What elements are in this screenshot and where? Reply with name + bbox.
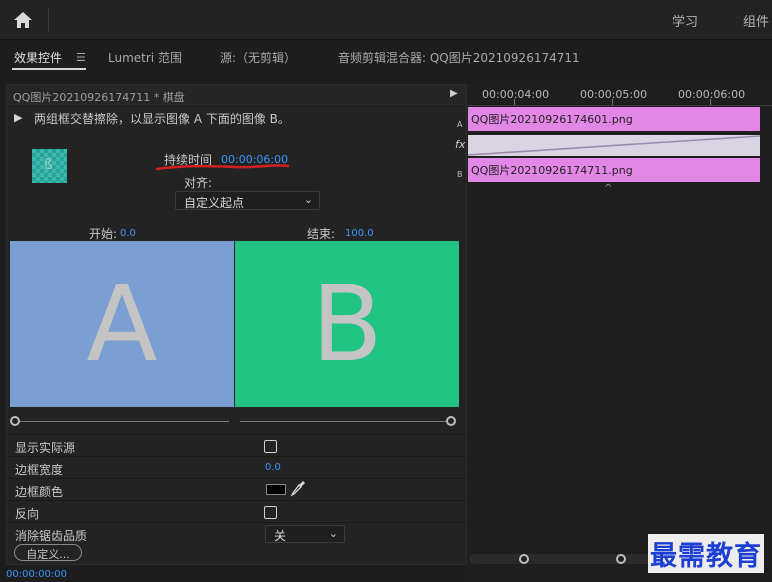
preview-a: A bbox=[10, 241, 234, 407]
chevron-down-icon: ⌄ bbox=[303, 193, 313, 206]
preview-a-letter: A bbox=[86, 263, 158, 385]
red-annotation-underline bbox=[155, 164, 290, 171]
timeline-scrollbar[interactable] bbox=[469, 554, 669, 564]
prop-reverse: 反向 bbox=[7, 500, 466, 522]
track-a-label: A bbox=[457, 120, 463, 129]
watermark-logo: 最需教育 bbox=[648, 534, 764, 573]
transition-thumbnail: ß bbox=[32, 149, 67, 183]
alignment-label: 对齐: bbox=[184, 176, 213, 190]
preview-play-icon[interactable]: ▶ bbox=[14, 111, 22, 124]
transition-timeline: 00:00:04:00 00:00:05:00 00:00:06:00 A QQ… bbox=[455, 84, 772, 582]
alignment-select[interactable]: 自定义起点 ⌄ bbox=[175, 191, 320, 210]
start-slider-track[interactable] bbox=[15, 421, 229, 422]
active-tab-indicator bbox=[12, 68, 86, 70]
tab-audio-clip-mixer[interactable]: 音频剪辑混合器: QQ图片20210926174711 bbox=[338, 49, 580, 66]
eyedropper-icon[interactable] bbox=[290, 480, 306, 497]
border-width-value[interactable]: 0.0 bbox=[265, 462, 281, 473]
ruler-time: 00:00:06:00 bbox=[678, 88, 746, 101]
prop-show-source: 显示实际源 bbox=[7, 434, 466, 456]
transition-fx-lane[interactable] bbox=[468, 135, 760, 156]
ruler-baseline bbox=[467, 105, 772, 106]
panel-tabs: 效果控件 ☰ Lumetri 范围 源:（无剪辑） 音频剪辑混合器: QQ图片2… bbox=[0, 41, 772, 73]
anti-aliasing-select[interactable]: 关 ⌄ bbox=[265, 525, 345, 543]
prop-label: 反向 bbox=[15, 507, 40, 521]
workspace-bar: 学习 组件 bbox=[0, 0, 772, 40]
custom-button[interactable]: 自定义... bbox=[14, 544, 82, 561]
scroll-handle-right[interactable] bbox=[616, 554, 626, 564]
divider bbox=[48, 8, 49, 32]
thumbnail-glyph: ß bbox=[44, 157, 53, 173]
time-ruler: 00:00:04:00 00:00:05:00 00:00:06:00 bbox=[467, 84, 772, 106]
tab-effect-controls[interactable]: 效果控件 bbox=[14, 49, 62, 66]
clip-title: QQ图片20210926174711 * 棋盘 bbox=[13, 91, 185, 104]
home-icon[interactable] bbox=[12, 9, 34, 31]
custom-button-label: 自定义... bbox=[26, 548, 70, 561]
workspace-assembly[interactable]: 组件 bbox=[743, 11, 769, 30]
clip-header: QQ图片20210926174711 * 棋盘 ▶ bbox=[7, 85, 466, 107]
clip-b-name: QQ图片20210926174711.png bbox=[471, 164, 633, 177]
end-label: 结束: bbox=[307, 227, 336, 241]
end-slider-handle[interactable] bbox=[446, 416, 456, 426]
start-slider-handle[interactable] bbox=[10, 416, 20, 426]
border-color-swatch[interactable] bbox=[266, 484, 286, 495]
panel-menu-icon[interactable]: ☰ bbox=[76, 51, 86, 64]
end-slider-track[interactable] bbox=[240, 421, 447, 422]
prop-label: 边框宽度 bbox=[15, 463, 64, 477]
current-timecode[interactable]: 00:00:00:00 bbox=[6, 569, 67, 580]
tab-source[interactable]: 源:（无剪辑） bbox=[220, 49, 296, 66]
scroll-handle-left[interactable] bbox=[519, 554, 529, 564]
ruler-time: 00:00:05:00 bbox=[580, 88, 648, 101]
preview-b-letter: B bbox=[311, 263, 383, 385]
effect-controls-panel: QQ图片20210926174711 * 棋盘 ▶ ▶ 两组框交替擦除，以显示图… bbox=[6, 84, 467, 565]
prop-label: 显示实际源 bbox=[15, 441, 76, 455]
end-value[interactable]: 100.0 bbox=[345, 228, 374, 239]
start-value[interactable]: 0.0 bbox=[120, 228, 136, 239]
alignment-value: 自定义起点 bbox=[184, 196, 245, 210]
prop-anti-aliasing: 消除锯齿品质 关 ⌄ bbox=[7, 522, 466, 544]
reverse-checkbox[interactable] bbox=[264, 506, 277, 519]
chevron-down-icon: ⌄ bbox=[328, 527, 338, 540]
show-source-checkbox[interactable] bbox=[264, 440, 277, 453]
chevron-up-icon: ^ bbox=[604, 183, 613, 194]
clip-b[interactable]: QQ图片20210926174711.png bbox=[468, 158, 760, 182]
prop-border-color: 边框颜色 bbox=[7, 478, 466, 500]
workspace-learn[interactable]: 学习 bbox=[672, 11, 698, 30]
fx-icon: fx bbox=[455, 138, 466, 151]
ruler-time: 00:00:04:00 bbox=[482, 88, 550, 101]
prop-border-width: 边框宽度 0.0 bbox=[7, 456, 466, 478]
clip-a[interactable]: QQ图片20210926174601.png bbox=[468, 107, 760, 131]
prop-label: 消除锯齿品质 bbox=[15, 529, 88, 543]
track-b-label: B bbox=[457, 170, 463, 179]
anti-aliasing-value: 关 bbox=[274, 529, 287, 543]
transition-progress-line bbox=[468, 135, 760, 156]
transition-description: 两组框交替擦除，以显示图像 A 下面的图像 B。 bbox=[34, 112, 290, 126]
prop-label: 边框颜色 bbox=[15, 485, 64, 499]
tab-lumetri-scopes[interactable]: Lumetri 范围 bbox=[108, 49, 182, 66]
start-label: 开始: bbox=[89, 227, 118, 241]
play-transition-icon[interactable]: ▶ bbox=[450, 88, 458, 99]
preview-b: B bbox=[235, 241, 459, 407]
clip-a-name: QQ图片20210926174601.png bbox=[471, 113, 633, 126]
